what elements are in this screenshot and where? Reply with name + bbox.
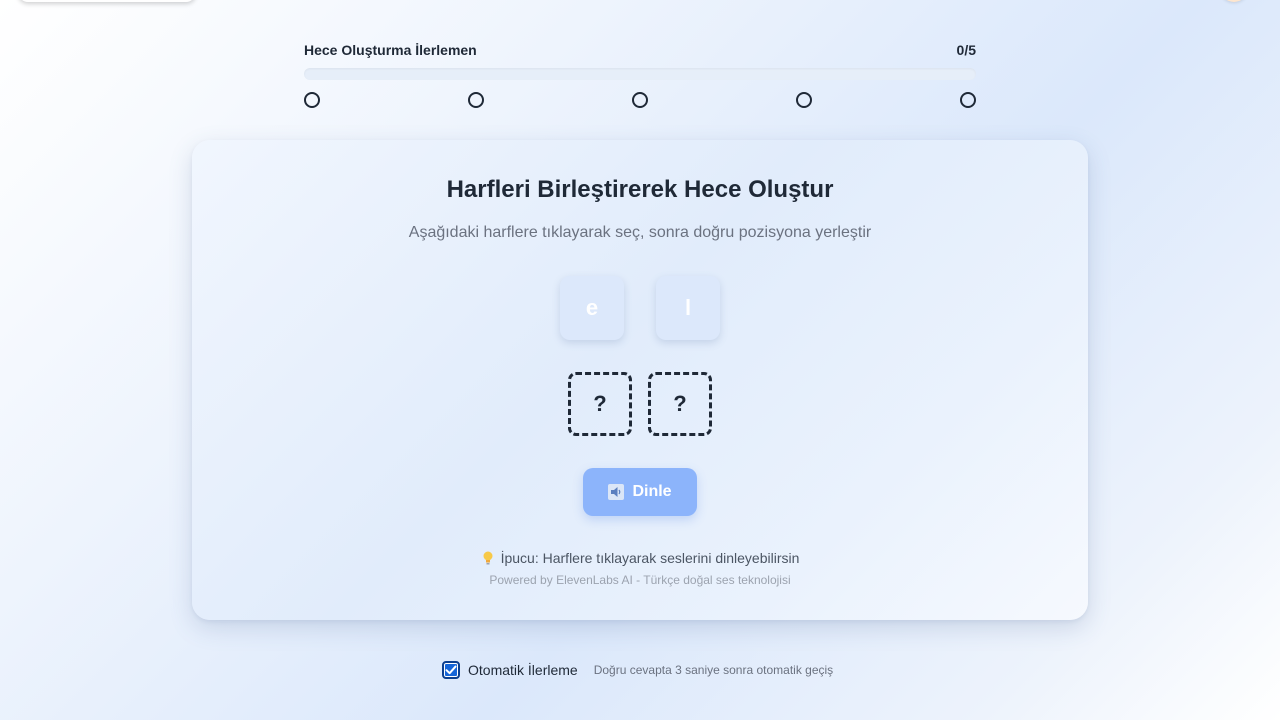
- letter-tile-e[interactable]: e: [560, 276, 624, 340]
- progress-title: Hece Oluşturma İlerlemen: [304, 42, 477, 58]
- answer-slot-2[interactable]: ?: [648, 372, 712, 436]
- progress-bar: [304, 68, 976, 80]
- top-right-avatar-edge: [1220, 0, 1248, 2]
- powered-by-text: Powered by ElevenLabs AI - Türkçe doğal …: [489, 573, 791, 587]
- hint-text: İpucu: Harflere tıklayarak seslerini din…: [500, 550, 800, 566]
- auto-advance-checkbox[interactable]: [442, 661, 460, 679]
- speaker-icon: [608, 484, 625, 500]
- check-icon: [445, 665, 457, 675]
- progress-step-4: [796, 92, 812, 108]
- progress-step-3: [632, 92, 648, 108]
- auto-advance-description: Doğru cevapta 3 saniye sonra otomatik ge…: [593, 663, 834, 677]
- listen-button[interactable]: Dinle: [583, 468, 697, 516]
- letter-tile-l[interactable]: l: [656, 276, 720, 340]
- progress-step-5: [960, 92, 976, 108]
- syllable-exercise-card: Harfleri Birleştirerek Hece Oluştur Aşağ…: [192, 140, 1088, 620]
- progress-count: 0/5: [956, 42, 976, 58]
- exercise-instructions: Aşağıdaki harflere tıklayarak seç, sonra…: [408, 224, 872, 241]
- progress-section: Hece Oluşturma İlerlemen 0/5: [304, 42, 976, 108]
- progress-step-1: [304, 92, 320, 108]
- answer-slot-1[interactable]: ?: [568, 372, 632, 436]
- listen-button-label: Dinle: [632, 483, 672, 500]
- lightbulb-icon: [481, 550, 495, 566]
- exercise-title: Harfleri Birleştirerek Hece Oluştur: [446, 176, 834, 203]
- auto-advance-row: Otomatik İlerleme Doğru cevapta 3 saniye…: [442, 659, 833, 681]
- hint: İpucu: Harflere tıklayarak seslerini din…: [192, 550, 1088, 566]
- top-left-panel-edge: [18, 0, 196, 2]
- progress-header: Hece Oluşturma İlerlemen 0/5: [304, 42, 976, 58]
- progress-step-2: [468, 92, 484, 108]
- auto-advance-label[interactable]: Otomatik İlerleme: [468, 662, 578, 678]
